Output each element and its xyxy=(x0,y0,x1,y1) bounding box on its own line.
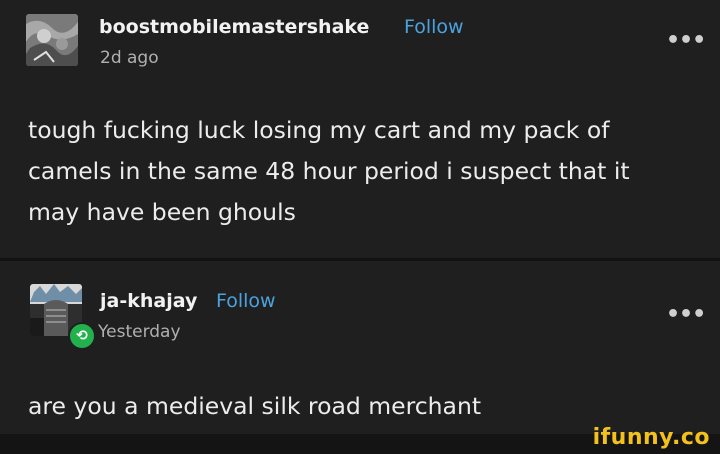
post-timestamp: Yesterday xyxy=(98,322,181,342)
post-timestamp: 2d ago xyxy=(100,48,159,68)
watermark-logo: ifunny.co xyxy=(592,425,710,450)
follow-button[interactable]: Follow xyxy=(404,16,464,38)
avatar[interactable] xyxy=(26,14,78,66)
more-options-icon[interactable]: ••• xyxy=(666,302,706,327)
reblog-icon: ⟲ xyxy=(68,322,96,350)
post-username[interactable]: ja-khajay xyxy=(100,290,197,312)
follow-button[interactable]: Follow xyxy=(216,290,276,312)
post-body: are you a medieval silk road merchant xyxy=(28,392,482,420)
avatar-image xyxy=(26,14,78,66)
post-body: tough fucking luck losing my cart and my… xyxy=(28,116,630,226)
post-username[interactable]: boostmobilemastershake xyxy=(99,16,369,38)
post-divider xyxy=(0,258,720,261)
more-options-icon[interactable]: ••• xyxy=(666,28,706,53)
